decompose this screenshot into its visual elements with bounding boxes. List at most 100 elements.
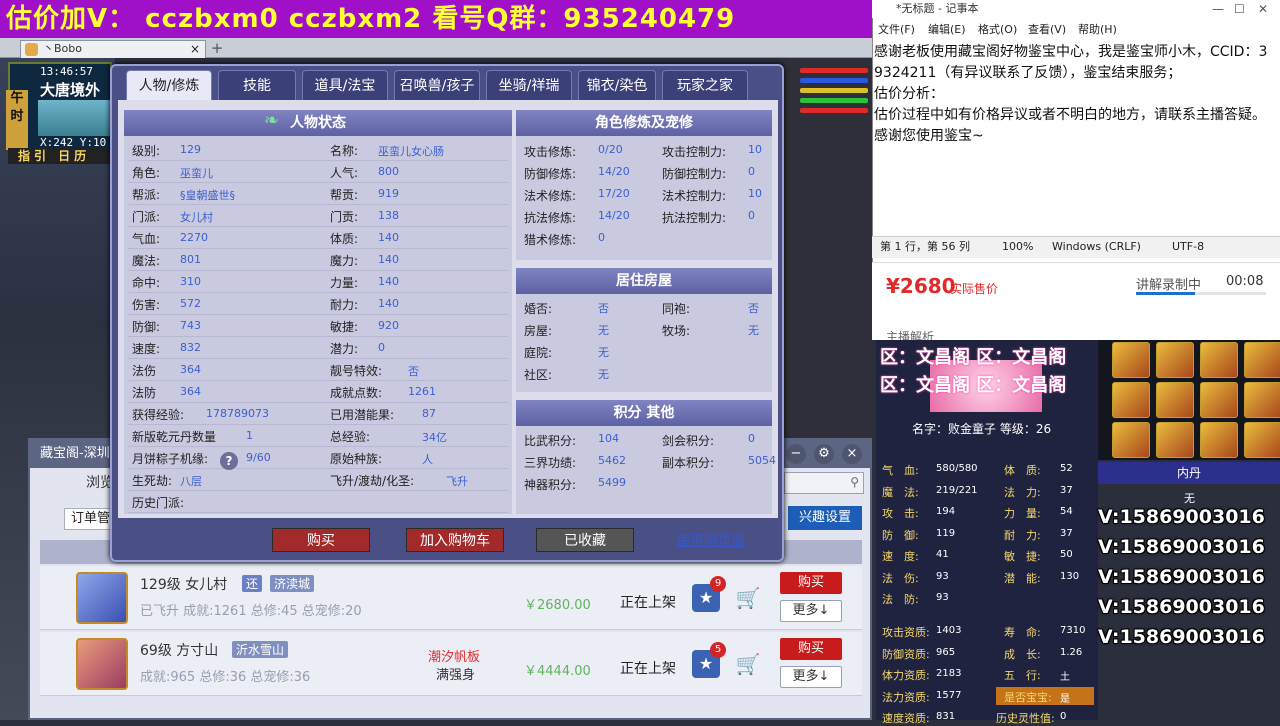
character-avatar[interactable] [76, 572, 128, 624]
contact-line: V:15869003016 [1098, 566, 1265, 588]
points_section-label: 神器积分: [524, 478, 577, 492]
status-label: 靓号特效: [330, 364, 383, 378]
status-value: 巫蛮儿 [180, 167, 213, 180]
tab-2[interactable]: 道具/法宝 [302, 70, 388, 100]
status-label: 总经验: [330, 430, 371, 444]
house_section-label: 牧场: [662, 324, 691, 338]
house_section-label: 庭院: [524, 346, 553, 360]
pet-skill-icon[interactable] [1200, 422, 1238, 458]
listing-title[interactable]: 129级 女儿村 [140, 574, 227, 594]
maximize-icon[interactable]: ☐ [1234, 0, 1245, 18]
pet-stat-label: 法 防: [882, 593, 919, 606]
cart-icon[interactable]: 🛒 [734, 650, 762, 678]
use-web-version-link[interactable]: 使用网页版 [676, 530, 746, 550]
notepad-menu-item[interactable]: 文件(F) [878, 20, 915, 40]
zoom-level: 100% [1002, 240, 1034, 253]
notepad-menu-item[interactable]: 查看(V) [1028, 20, 1066, 40]
notepad-menu-item[interactable]: 格式(O) [978, 20, 1017, 40]
cart-icon[interactable]: 🛒 [734, 584, 762, 612]
status-value: 364 [180, 363, 201, 376]
store-search-input[interactable]: ⚲ [784, 472, 864, 494]
row-divider [128, 424, 508, 425]
order-management-button[interactable]: 订单管 [64, 508, 114, 530]
minimize-icon[interactable]: — [1212, 0, 1224, 18]
close-icon[interactable]: × [842, 444, 862, 464]
cultivation_section-value: 10 [748, 187, 762, 200]
pet-skill-icon[interactable] [1244, 382, 1280, 418]
character-avatar[interactable] [76, 638, 128, 690]
points_section-label: 比武积分: [524, 434, 577, 448]
status-label: 成就点数: [330, 386, 383, 400]
pet-skill-icon[interactable] [1244, 342, 1280, 378]
neidan-title: 内丹 [1098, 462, 1280, 484]
cultivation_section-value: 14/20 [598, 209, 630, 222]
pet-skill-icon[interactable] [1156, 342, 1194, 378]
notepad-menu-item[interactable]: 帮助(H) [1078, 20, 1117, 40]
status-label: 新版乾元丹数量 [132, 430, 217, 444]
notepad-text-area[interactable]: 感谢老板使用藏宝阁好物鉴宝中心，我是鉴宝师小木，CCID：39324211（有异… [874, 42, 1270, 234]
status-value: 1 [246, 429, 253, 442]
listing-more-button[interactable]: 更多↓ [780, 600, 842, 622]
pet-skill-icon[interactable] [1112, 382, 1150, 418]
pet-stat-value: 52 [1060, 463, 1073, 474]
line-ending: Windows (CRLF) [1052, 240, 1141, 253]
listing-status: 正在上架 [620, 661, 676, 677]
pet-stat-label: 法 伤: [882, 571, 919, 585]
status-label: 潜力: [330, 342, 359, 356]
search-icon[interactable]: ⚲ [850, 475, 859, 489]
listing-buy-button[interactable]: 购买 [780, 572, 842, 594]
contact-line: V:15869003016 [1098, 626, 1265, 648]
status-label: 生死劫: [132, 474, 173, 488]
listing-more-button[interactable]: 更多↓ [780, 666, 842, 688]
pet-skill-icon[interactable] [1200, 382, 1238, 418]
row-divider [128, 446, 508, 447]
pet-stat-value: 41 [936, 549, 949, 560]
tab-6[interactable]: 玩家之家 [662, 70, 748, 100]
listing-row[interactable]: 129级 女儿村 还 济渎城 已飞升 成就:1261 总修:45 总宠修:20 … [40, 566, 862, 630]
tab-close-icon[interactable]: × [190, 41, 200, 57]
pet-skill-icon[interactable] [1200, 342, 1238, 378]
cultivation_section-value: 10 [748, 143, 762, 156]
cultivation-section-title: 角色修炼及宠修 [516, 110, 772, 136]
browser-tab[interactable]: 丶Bobo × [20, 40, 206, 58]
tab-4[interactable]: 坐骑/祥瑞 [486, 70, 572, 100]
status-value: 140 [378, 253, 399, 266]
pet-skill-icon[interactable] [1156, 382, 1194, 418]
tab-1[interactable]: 技能 [218, 70, 296, 100]
favorited-button[interactable]: 已收藏 [536, 528, 634, 552]
status-value: 364 [180, 385, 201, 398]
interest-settings-button[interactable]: 兴趣设置 [788, 506, 862, 530]
listing-row[interactable]: 69级 方寸山 沂水雪山 成就:965 总修:36 总宠修:36 潮汐帆板 满强… [40, 632, 862, 696]
add-to-cart-button[interactable]: 加入购物车 [406, 528, 504, 552]
tab-3[interactable]: 召唤兽/孩子 [394, 70, 480, 100]
pet-stat-value: 93 [936, 592, 949, 603]
contact-line: V:15869003016 [1098, 536, 1265, 558]
status-label: 角色: [132, 166, 161, 180]
buy-button[interactable]: 购买 [272, 528, 370, 552]
new-tab-button[interactable]: + [208, 38, 226, 58]
close-icon[interactable]: ✕ [1258, 0, 1268, 18]
pet-skill-icon[interactable] [1156, 422, 1194, 458]
house_section-label: 房屋: [524, 324, 553, 338]
tab-5[interactable]: 锦衣/染色 [578, 70, 656, 100]
settings-gear-icon[interactable]: ⚙ [814, 444, 834, 464]
status-label: 门派: [132, 210, 161, 224]
listing-title[interactable]: 69级 方寸山 [140, 640, 218, 660]
listing-price: ￥2680.00 [524, 598, 591, 613]
status-value: 801 [180, 253, 201, 266]
pet-aptitude-value: 831 [936, 711, 956, 722]
notepad-menu-item[interactable]: 编辑(E) [928, 20, 966, 40]
pet-skill-icon[interactable] [1112, 342, 1150, 378]
help-icon[interactable]: ? [220, 452, 238, 470]
pet-stat-label: 力 量: [1004, 507, 1041, 520]
guide-calendar-bar[interactable]: 指引 日历 [8, 148, 112, 164]
listing-buy-button[interactable]: 购买 [780, 638, 842, 660]
tab-0[interactable]: 人物/修炼 [126, 70, 212, 100]
pet-skill-icon[interactable] [1244, 422, 1280, 458]
status-value: 2270 [180, 231, 208, 244]
pet-stat-value: 219/221 [936, 484, 978, 496]
minimize-icon[interactable]: − [786, 444, 806, 464]
cultivation_section-label: 猎术修炼: [524, 233, 577, 247]
recording-time: 00:08 [1226, 274, 1264, 289]
pet-skill-icon[interactable] [1112, 422, 1150, 458]
